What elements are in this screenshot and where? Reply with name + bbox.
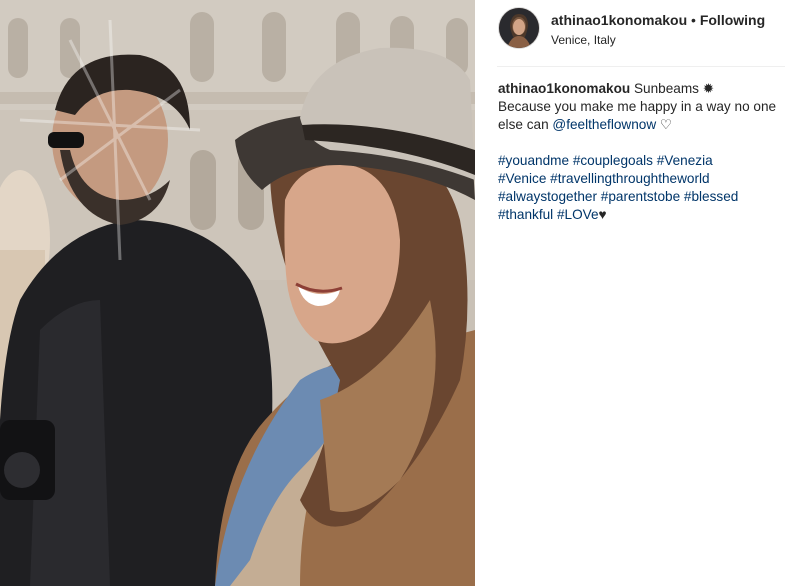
post-username-link[interactable]: athinao1konomakou bbox=[551, 12, 687, 28]
caption-line1-text: Sunbeams ✹ bbox=[630, 81, 715, 96]
hashtag-link[interactable]: #blessed bbox=[684, 189, 738, 204]
following-button[interactable]: Following bbox=[700, 12, 765, 28]
avatar-image bbox=[499, 8, 539, 48]
header-separator: • bbox=[687, 12, 700, 28]
hashtags-block: #youandme #couplegoals #Venezia #Venice … bbox=[498, 152, 788, 224]
header-title-line: athinao1konomakou • Following bbox=[551, 12, 765, 28]
instagram-post: athinao1konomakou • Following Venice, It… bbox=[0, 0, 793, 586]
heart-icon: ♥ bbox=[598, 207, 607, 222]
hashtag-link[interactable]: #couplegoals bbox=[573, 153, 653, 168]
caption-username-link[interactable]: athinao1konomakou bbox=[498, 81, 630, 96]
hashtag-link[interactable]: #alwaystogether bbox=[498, 189, 597, 204]
hashtag-link[interactable]: #thankful bbox=[498, 207, 553, 222]
hashtag-link[interactable]: #travellingthroughtheworld bbox=[550, 171, 709, 186]
caption-text: athinao1konomakou Sunbeams ✹ Because you… bbox=[498, 80, 788, 134]
location-link[interactable]: Venice, Italy bbox=[551, 33, 616, 47]
post-header: athinao1konomakou • Following Venice, It… bbox=[497, 8, 785, 67]
mention-link[interactable]: @feeltheflownow bbox=[552, 117, 656, 132]
hashtag-link[interactable]: #Venice bbox=[498, 171, 546, 186]
post-caption: athinao1konomakou Sunbeams ✹ Because you… bbox=[498, 80, 788, 224]
post-side-panel: athinao1konomakou • Following Venice, It… bbox=[475, 0, 793, 586]
avatar[interactable] bbox=[499, 8, 539, 48]
hashtag-link[interactable]: #youandme bbox=[498, 153, 569, 168]
photo-illustration bbox=[0, 0, 475, 586]
post-photo[interactable] bbox=[0, 0, 475, 586]
hashtag-link[interactable]: #LOVe bbox=[557, 207, 599, 222]
hashtag-link[interactable]: #Venezia bbox=[657, 153, 713, 168]
caption-line2-end: ♡ bbox=[656, 117, 673, 132]
hashtag-link[interactable]: #parentstobe bbox=[601, 189, 680, 204]
